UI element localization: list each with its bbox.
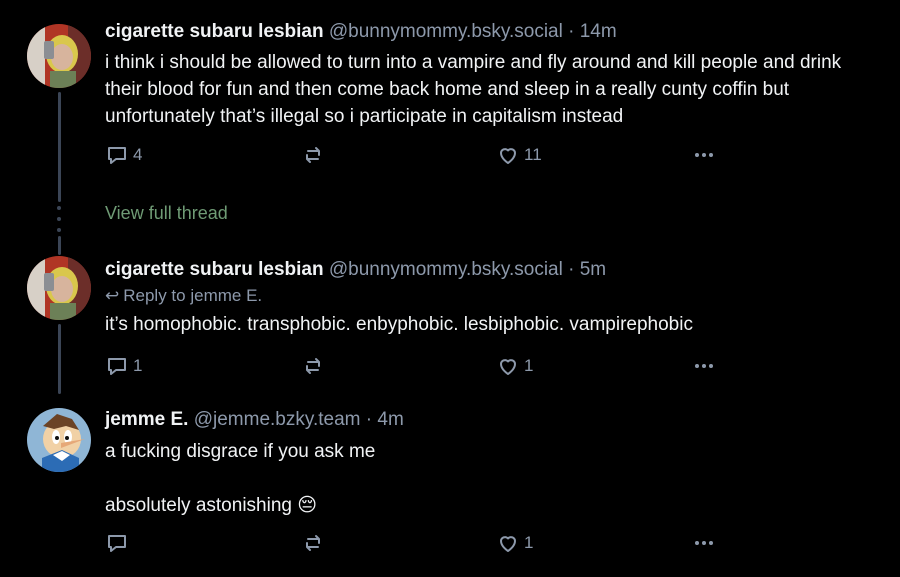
post-actions: 1 1 bbox=[105, 353, 725, 379]
post-header: jemme E. @jemme.bzky.team · 4m bbox=[105, 408, 882, 432]
reply-icon bbox=[108, 535, 126, 552]
post-header: cigarette subaru lesbian @bunnymommy.bsk… bbox=[105, 20, 882, 44]
post[interactable]: cigarette subaru lesbian @bunnymommy.bsk… bbox=[0, 0, 900, 190]
author-handle[interactable]: @bunnymommy.bsky.social bbox=[329, 21, 563, 42]
reply-button[interactable]: 1 bbox=[105, 353, 142, 379]
like-button[interactable]: 1 bbox=[496, 353, 533, 379]
more-icon bbox=[695, 541, 713, 545]
reply-to-label: Reply to jemme E. bbox=[123, 286, 263, 305]
thread-gap-dots bbox=[57, 206, 62, 236]
avatar[interactable] bbox=[27, 256, 91, 320]
reply-count: 1 bbox=[133, 356, 143, 375]
separator: · bbox=[365, 409, 373, 430]
post-actions: 1 bbox=[105, 530, 725, 556]
reply-button[interactable]: 4 bbox=[105, 142, 142, 168]
post-time[interactable]: 5m bbox=[580, 259, 606, 280]
avatar[interactable] bbox=[27, 24, 91, 88]
reply-icon bbox=[108, 147, 126, 164]
repost-icon bbox=[306, 147, 320, 163]
reply-to-indicator[interactable]: ↩ Reply to jemme E. bbox=[105, 285, 882, 307]
thread-feed: cigarette subaru lesbian @bunnymommy.bsk… bbox=[0, 0, 900, 577]
reply-button[interactable] bbox=[105, 530, 133, 556]
repost-button[interactable] bbox=[301, 142, 325, 168]
reply-count: 4 bbox=[133, 145, 143, 164]
avatar[interactable] bbox=[27, 408, 91, 472]
repost-button[interactable] bbox=[301, 530, 325, 556]
more-button[interactable] bbox=[692, 530, 716, 556]
author-name[interactable]: cigarette subaru lesbian bbox=[105, 21, 324, 42]
reply-icon bbox=[108, 358, 126, 375]
avatar-image bbox=[27, 256, 91, 320]
separator: · bbox=[568, 21, 575, 42]
more-icon bbox=[695, 364, 713, 368]
post-header: cigarette subaru lesbian @bunnymommy.bsk… bbox=[105, 258, 882, 282]
post-time[interactable]: 4m bbox=[377, 409, 403, 430]
view-full-thread-link[interactable]: View full thread bbox=[105, 203, 228, 224]
author-name[interactable]: jemme E. bbox=[105, 409, 188, 430]
heart-icon bbox=[500, 536, 516, 552]
more-icon bbox=[695, 153, 713, 157]
post-text: i think i should be allowed to turn into… bbox=[105, 52, 847, 127]
more-button[interactable] bbox=[692, 142, 716, 168]
repost-icon bbox=[306, 535, 320, 551]
like-button[interactable]: 1 bbox=[496, 530, 533, 556]
like-button[interactable]: 11 bbox=[496, 142, 542, 168]
separator: · bbox=[568, 259, 575, 280]
author-handle[interactable]: @bunnymommy.bsky.social bbox=[329, 259, 563, 280]
like-count: 1 bbox=[524, 356, 534, 375]
post-text: it’s homophobic. transphobic. enbyphobic… bbox=[105, 314, 693, 335]
post[interactable]: cigarette subaru lesbian @bunnymommy.bsk… bbox=[0, 250, 900, 385]
post-actions: 4 11 bbox=[105, 142, 725, 168]
repost-icon bbox=[306, 358, 320, 374]
post-time[interactable]: 14m bbox=[580, 21, 617, 42]
author-name[interactable]: cigarette subaru lesbian bbox=[105, 259, 324, 280]
avatar-image bbox=[27, 24, 91, 88]
heart-icon bbox=[500, 359, 516, 375]
heart-icon bbox=[500, 148, 516, 164]
avatar-image bbox=[27, 408, 91, 472]
reply-arrow-icon: ↩ bbox=[105, 286, 120, 305]
like-count: 11 bbox=[524, 145, 542, 164]
post[interactable]: jemme E. @jemme.bzky.team · 4m a fucking… bbox=[0, 396, 900, 577]
like-count: 1 bbox=[524, 533, 534, 552]
post-text: a fucking disgrace if you ask me absolut… bbox=[105, 441, 376, 516]
more-button[interactable] bbox=[692, 353, 716, 379]
repost-button[interactable] bbox=[301, 353, 325, 379]
author-handle[interactable]: @jemme.bzky.team bbox=[194, 409, 361, 430]
